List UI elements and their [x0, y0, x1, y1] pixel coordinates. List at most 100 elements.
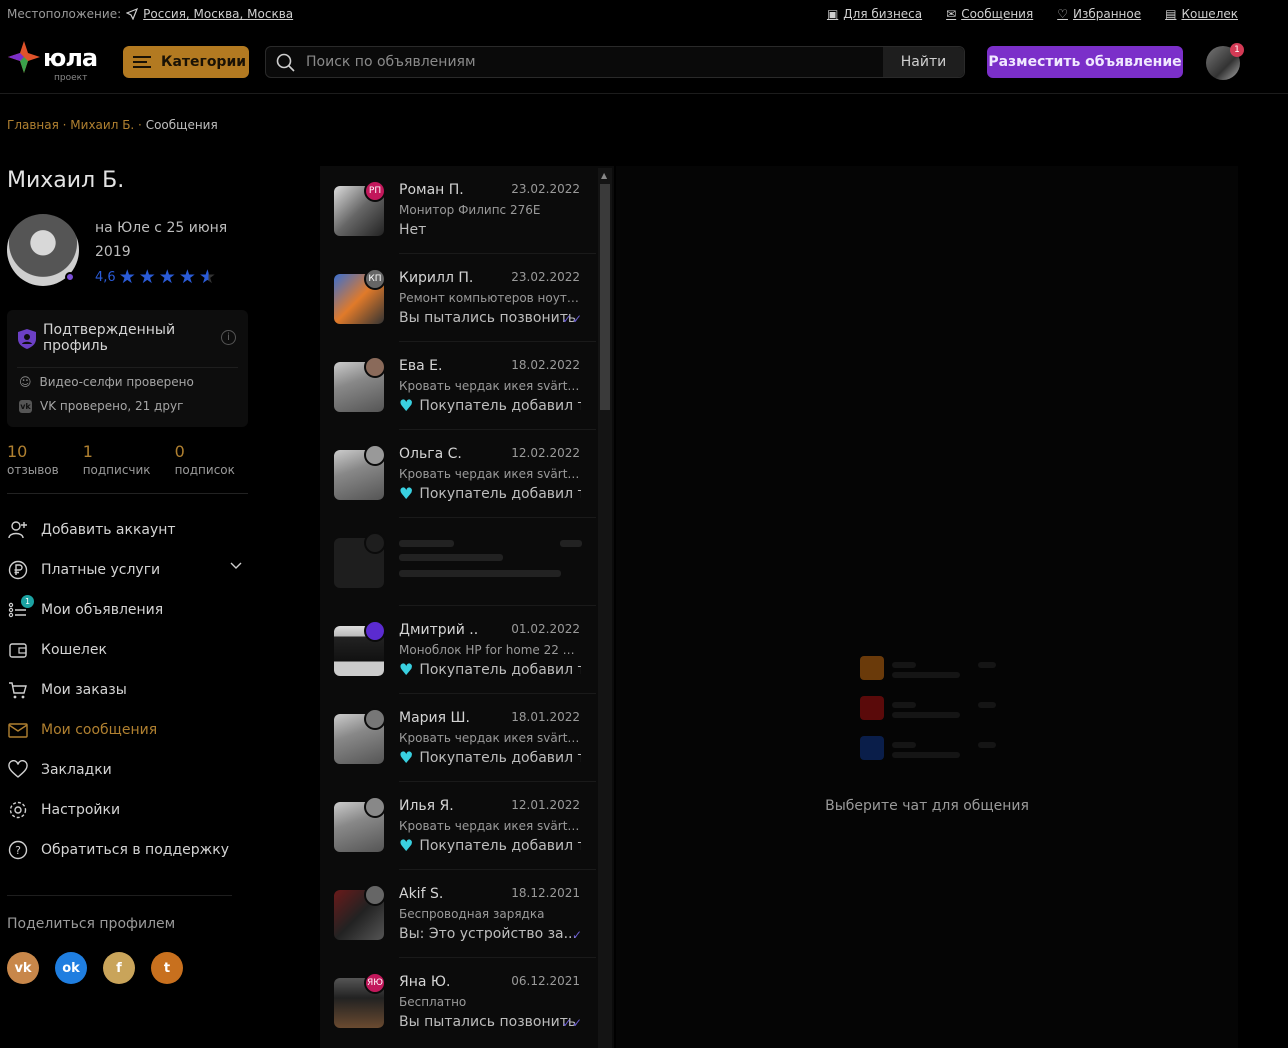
menu-item-my-ads[interactable]: 1 Мои объявления [7, 590, 248, 630]
wallet-icon [7, 639, 29, 661]
logo-star-icon [8, 41, 40, 73]
chat-item[interactable]: Akif S. 18.12.2021 Беспроводная зарядка … [320, 870, 596, 958]
heart-icon: ♡ [1057, 7, 1068, 21]
breadcrumb-user[interactable]: Михаил Б. [70, 118, 134, 132]
read-check-icon: ✓✓ [561, 312, 582, 326]
chat-item[interactable]: ЯЮ Яна Ю. 06.12.2021 Бесплатно Вы пытали… [320, 958, 596, 1046]
briefcase-icon: ▣ [826, 7, 839, 21]
chat-list-scrollbar[interactable]: ▲ [598, 168, 612, 1048]
read-check-icon: ✓ [571, 928, 582, 942]
notification-badge: 1 [1230, 43, 1244, 57]
chat-item-title: Кровать чердак икея svärta ... [399, 467, 581, 481]
divider [7, 895, 232, 896]
menu-item-add-account[interactable]: Добавить аккаунт [7, 510, 248, 550]
menu-item-bookmarks[interactable]: Закладки [7, 750, 248, 790]
menu-item-settings[interactable]: Настройки [7, 790, 248, 830]
logo[interactable]: юла проект [7, 38, 107, 84]
menu-label: Настройки [41, 802, 121, 818]
chat-avatar [364, 796, 386, 818]
scrollbar-thumb[interactable] [600, 184, 610, 410]
profile-stats: 10 отзывов 1 подписчик 0 подписок [7, 442, 235, 477]
gear-icon [7, 799, 29, 821]
chat-message-text: Покупатель добавил товар [419, 750, 581, 766]
reviews-stat[interactable]: 10 отзывов [7, 442, 59, 477]
chat-avatar [364, 884, 386, 906]
skeleton-avatar [364, 532, 386, 554]
favorites-link[interactable]: ♡ Избранное [1057, 7, 1141, 21]
ok-share-button[interactable]: ok [55, 952, 87, 984]
wallet-link-label: Кошелек [1181, 7, 1238, 21]
skeleton-line [399, 540, 454, 547]
chat-item-title: Моноблок HP for home 22 All-in-One [399, 643, 581, 657]
profile-avatar[interactable] [7, 214, 79, 286]
chat-item[interactable]: КП Кирилл П. 23.02.2022 Ремонт компьютер… [320, 254, 596, 342]
twitter-share-button[interactable]: t [151, 952, 183, 984]
chat-message-text: Вы пытались позвонить [399, 310, 577, 326]
chat-name: Akif S. [399, 886, 444, 902]
chat-item-title: Бесплатно [399, 995, 467, 1009]
heart-icon: ♥ [399, 486, 414, 502]
info-icon[interactable]: i [221, 330, 236, 345]
chat-item[interactable]: РП Роман П. 23.02.2022 Монитор Филипс 27… [320, 166, 596, 254]
logo-sub: проект [54, 73, 88, 83]
facebook-share-button[interactable]: f [103, 952, 135, 984]
menu-label: Платные услуги [41, 562, 161, 578]
chat-avatar: КП [364, 268, 386, 290]
menu-item-support[interactable]: ? Обратиться в поддержку [7, 830, 248, 870]
chat-item[interactable]: Ольга С. 12.02.2022 Кровать чердак икея … [320, 430, 596, 518]
twitter-icon: t [163, 960, 171, 976]
chat-name: Ольга С. [399, 446, 462, 462]
half-star-icon: ★ [198, 266, 216, 288]
vk-share-button[interactable]: vk [7, 952, 39, 984]
star-icon: ★ [178, 266, 196, 288]
chat-message-text: Вы: Это устройство за... [399, 926, 577, 942]
business-link-label: Для бизнеса [843, 7, 923, 21]
chat-item-title: Ремонт компьютеров ноутбуков [399, 291, 581, 305]
chat-date: 18.02.2022 [511, 358, 580, 372]
skeleton-line [560, 540, 582, 547]
menu-item-paid-services[interactable]: Платные услуги [7, 550, 248, 590]
facebook-icon: f [116, 960, 122, 976]
chat-item[interactable]: Мария Ш. 18.01.2022 Кровать чердак икея … [320, 694, 596, 782]
heart-icon: ♥ [399, 662, 414, 678]
chat-item[interactable]: Илья Я. 12.01.2022 Кровать чердак икея s… [320, 782, 596, 870]
subscribers-count: 1 [82, 442, 93, 461]
menu-item-messages[interactable]: Мои сообщения [7, 710, 248, 750]
subscribers-label: подписчик [82, 463, 151, 477]
chat-avatar: ЯЮ [364, 972, 386, 994]
scroll-up-arrow-icon[interactable]: ▲ [601, 171, 607, 180]
location-arrow-icon [126, 8, 139, 20]
business-link[interactable]: ▣ Для бизнеса [827, 7, 922, 21]
menu-item-wallet[interactable]: Кошелек [7, 630, 248, 670]
chat-name: Ева Е. [399, 358, 443, 374]
location-link[interactable]: Россия, Москва, Москва [143, 7, 293, 21]
messages-link[interactable]: ✉ Сообщения [946, 7, 1033, 21]
share-buttons: vk ok f t [7, 952, 183, 984]
chat-name: Яна Ю. [399, 974, 451, 990]
wallet-link[interactable]: ▤ Кошелек [1165, 7, 1238, 21]
chat-item[interactable]: Ева Е. 18.02.2022 Кровать чердак икея sv… [320, 342, 596, 430]
user-avatar[interactable]: 1 [1206, 43, 1244, 80]
subscribers-stat[interactable]: 1 подписчик [83, 442, 151, 477]
mail-icon: ✉ [946, 7, 957, 21]
illustration-line [892, 712, 960, 718]
chevron-down-icon[interactable] [230, 562, 242, 570]
verification-card: Подтвержденный профиль i ☺ Видео-селфи п… [7, 310, 248, 427]
chat-item[interactable]: Дмитрий .. 01.02.2022 Моноблок HP for ho… [320, 606, 596, 694]
profile-rating[interactable]: 4,6 ★ ★ ★ ★ ★ [95, 266, 216, 288]
illustration-line [978, 742, 996, 748]
search-input[interactable] [306, 47, 876, 77]
menu-item-orders[interactable]: Мои заказы [7, 670, 248, 710]
search-box: Найти [265, 46, 965, 78]
illustration-line [892, 672, 960, 678]
categories-button[interactable]: Категории [123, 46, 249, 78]
breadcrumb-home[interactable]: Главная [7, 118, 59, 132]
subscriptions-stat[interactable]: 0 подписок [175, 442, 235, 477]
svg-text:?: ? [15, 844, 21, 857]
search-button[interactable]: Найти [883, 47, 964, 77]
categories-label: Категории [161, 54, 247, 70]
help-icon: ? [7, 839, 29, 861]
post-ad-button[interactable]: Разместить объявление [987, 46, 1183, 78]
breadcrumb-current: Сообщения [145, 118, 218, 132]
chat-date: 12.01.2022 [511, 798, 580, 812]
